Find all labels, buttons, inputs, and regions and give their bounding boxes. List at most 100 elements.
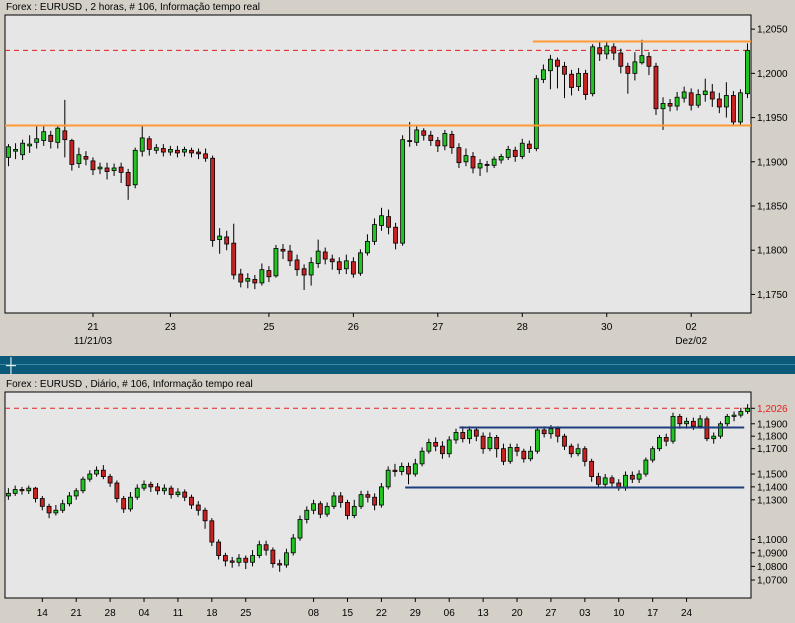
bottom-candle bbox=[657, 434, 662, 452]
top-candle-body bbox=[308, 262, 314, 276]
bottom-candle-body bbox=[19, 489, 25, 492]
top-candle bbox=[590, 44, 596, 97]
splitter-handle-icon[interactable]: ┼ bbox=[4, 358, 18, 372]
bottom-candle bbox=[385, 466, 391, 490]
bottom-x-tick-label: 11 bbox=[173, 608, 184, 619]
top-candle-body bbox=[569, 73, 574, 88]
bottom-y-tick-label: 1,1500 bbox=[757, 470, 788, 481]
splitter-line bbox=[0, 364, 795, 365]
bottom-candle-body bbox=[182, 491, 188, 498]
top-candle-body bbox=[167, 149, 173, 153]
bottom-candle-body bbox=[209, 520, 215, 543]
bottom-candle-body bbox=[12, 489, 18, 494]
bottom-candle-body bbox=[114, 482, 120, 499]
bottom-y-tick-label: 1,0700 bbox=[757, 576, 788, 587]
bottom-candle bbox=[378, 483, 384, 508]
bottom-chart[interactable]: 1,2026 1,1900 1,18001,1700 1,15001,1400 1,13… bbox=[0, 374, 795, 623]
top-candle-body bbox=[477, 163, 483, 169]
top-candle-body bbox=[372, 224, 377, 242]
bottom-candle-body bbox=[412, 463, 418, 475]
bottom-candle-body bbox=[440, 445, 445, 455]
top-candle-body bbox=[287, 250, 293, 262]
top-x-tick-label: 25 bbox=[263, 322, 275, 333]
bottom-candle-body bbox=[33, 487, 38, 499]
bottom-y-tick-label: 1,1300 bbox=[757, 495, 788, 506]
top-candle-body bbox=[365, 240, 370, 254]
top-candle-body bbox=[456, 147, 462, 164]
top-candle-body bbox=[435, 140, 441, 147]
bottom-y-tick-label: 1,1900 bbox=[757, 419, 788, 430]
top-candle-body bbox=[498, 156, 504, 161]
top-candle bbox=[358, 249, 363, 276]
bottom-x-tick-label: 24 bbox=[681, 608, 693, 619]
top-candle-body bbox=[266, 270, 272, 278]
top-candle-body bbox=[667, 103, 673, 107]
top-candle-body bbox=[34, 138, 40, 143]
bottom-candle-body bbox=[636, 473, 642, 480]
bottom-candle-body bbox=[555, 428, 561, 437]
bottom-candle-body bbox=[385, 469, 391, 488]
bottom-x-tick-label: 03 bbox=[579, 608, 591, 619]
top-candle-body bbox=[343, 260, 349, 270]
top-candle-body bbox=[702, 90, 708, 95]
top-candle-body bbox=[203, 153, 208, 159]
top-y-tick-label: 1,2050 bbox=[757, 25, 788, 36]
bottom-candle-body bbox=[128, 496, 133, 510]
top-candle-body bbox=[738, 92, 743, 123]
bottom-candle-body bbox=[534, 429, 540, 452]
bottom-candle-body bbox=[501, 448, 506, 462]
top-candle-body bbox=[512, 149, 518, 157]
top-candle-body bbox=[13, 149, 18, 152]
bottom-y-tick-label: 1,2026 bbox=[757, 404, 788, 415]
bottom-candle-body bbox=[650, 448, 656, 461]
top-candle-body bbox=[301, 268, 307, 276]
top-candle-body bbox=[125, 172, 131, 187]
top-x-tick-label: 26 bbox=[348, 322, 360, 333]
bottom-candle-body bbox=[602, 477, 608, 485]
bottom-candle-body bbox=[46, 505, 52, 514]
bottom-y-tick-label: 1,1400 bbox=[757, 482, 788, 493]
bottom-candle-body bbox=[392, 469, 398, 472]
top-candle-body bbox=[709, 91, 715, 100]
bottom-candle-body bbox=[487, 437, 493, 450]
top-chart-panel: Forex : EURUSD , 2 horas, # 106, Informa… bbox=[0, 0, 795, 356]
top-candle-body bbox=[716, 98, 722, 108]
top-candle-body bbox=[182, 149, 187, 153]
top-candle-body bbox=[336, 261, 342, 271]
top-candle bbox=[533, 75, 539, 152]
top-x-tick-label: 23 bbox=[165, 322, 177, 333]
top-candle bbox=[738, 89, 743, 125]
bottom-candle-body bbox=[575, 448, 581, 455]
bottom-candle-body bbox=[148, 483, 154, 488]
top-candle-body bbox=[146, 138, 152, 150]
bottom-candle-body bbox=[189, 496, 194, 506]
top-candle-body bbox=[583, 72, 589, 95]
top-candle bbox=[273, 244, 279, 278]
top-y-tick-label: 1,1750 bbox=[757, 290, 788, 301]
panel-splitter[interactable]: ┼ bbox=[0, 356, 795, 374]
bottom-candle-body bbox=[453, 432, 459, 441]
top-y-tick-label: 1,1850 bbox=[757, 202, 788, 213]
bottom-candle-body bbox=[657, 437, 662, 450]
bottom-candle-body bbox=[324, 505, 330, 515]
top-candle bbox=[731, 91, 736, 127]
top-candle-body bbox=[358, 252, 363, 274]
top-candle-body bbox=[625, 65, 631, 74]
bottom-candle-body bbox=[250, 555, 255, 563]
top-candle-body bbox=[217, 235, 223, 241]
top-candle-body bbox=[590, 46, 596, 95]
bottom-candle-body bbox=[297, 519, 303, 539]
bottom-candle-body bbox=[94, 469, 99, 475]
top-x-tick-label: 27 bbox=[432, 322, 444, 333]
bottom-candle-body bbox=[704, 418, 710, 440]
top-candle-body bbox=[329, 258, 335, 263]
top-candle-body bbox=[273, 248, 279, 277]
top-candle bbox=[653, 62, 659, 115]
bottom-candle-body bbox=[39, 498, 45, 507]
bottom-candle-body bbox=[26, 487, 32, 492]
top-chart[interactable]: 1,2050 1,2000 1,1950 1,1900 1,1850 1,1800 1,17… bbox=[0, 0, 795, 356]
top-candle-body bbox=[294, 259, 300, 271]
bottom-x-tick-label: 29 bbox=[410, 608, 422, 619]
bottom-candle-body bbox=[331, 495, 337, 507]
top-candle-body bbox=[69, 140, 75, 165]
